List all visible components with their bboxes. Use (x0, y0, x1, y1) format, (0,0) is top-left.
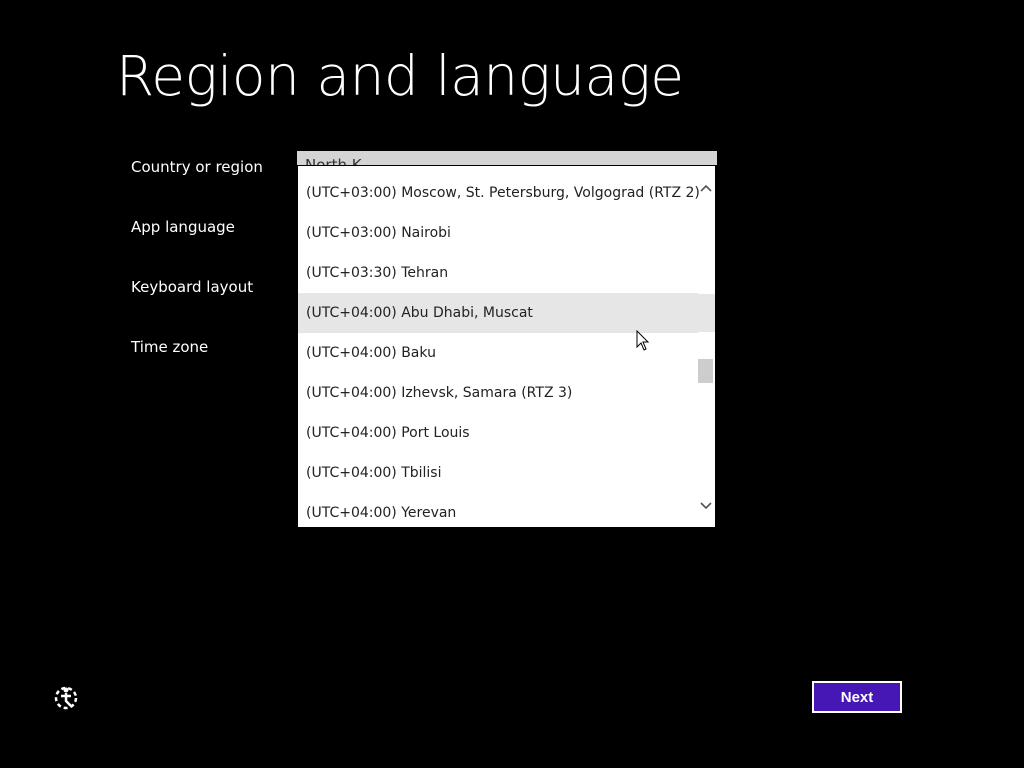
next-button[interactable]: Next (812, 681, 902, 713)
chevron-up-icon[interactable] (699, 181, 713, 195)
ease-of-access-icon[interactable] (52, 684, 80, 712)
time-zone-label: Time zone (131, 338, 209, 356)
timezone-option-hovered[interactable]: (UTC+04:00) Abu Dhabi, Muscat (298, 293, 698, 333)
timezone-dropdown-list[interactable]: (UTC+03:00) Moscow, St. Petersburg, Volg… (298, 166, 715, 527)
scrollbar-thumb[interactable] (698, 359, 713, 383)
timezone-option[interactable]: (UTC+04:00) Izhevsk, Samara (RTZ 3) (298, 373, 698, 413)
timezone-option[interactable]: (UTC+03:00) Nairobi (298, 213, 698, 253)
scrollbar-hover-band (697, 294, 715, 332)
timezone-option[interactable]: (UTC+04:00) Port Louis (298, 413, 698, 453)
chevron-down-icon[interactable] (699, 499, 713, 513)
country-select-value: North K... (305, 156, 376, 165)
page-title: Region and language (116, 44, 684, 108)
keyboard-layout-label: Keyboard layout (131, 278, 254, 296)
dropdown-scrollbar[interactable] (697, 166, 715, 527)
timezone-option[interactable]: (UTC+04:00) Yerevan (298, 493, 698, 527)
country-label: Country or region (131, 158, 263, 176)
timezone-option[interactable]: (UTC+03:00) Moscow, St. Petersburg, Volg… (298, 173, 700, 213)
mouse-cursor-icon (636, 329, 650, 356)
country-select[interactable]: North K... (297, 151, 717, 165)
timezone-option[interactable]: (UTC+04:00) Tbilisi (298, 453, 698, 493)
app-language-label: App language (131, 218, 235, 236)
timezone-option[interactable]: (UTC+03:30) Tehran (298, 253, 698, 293)
